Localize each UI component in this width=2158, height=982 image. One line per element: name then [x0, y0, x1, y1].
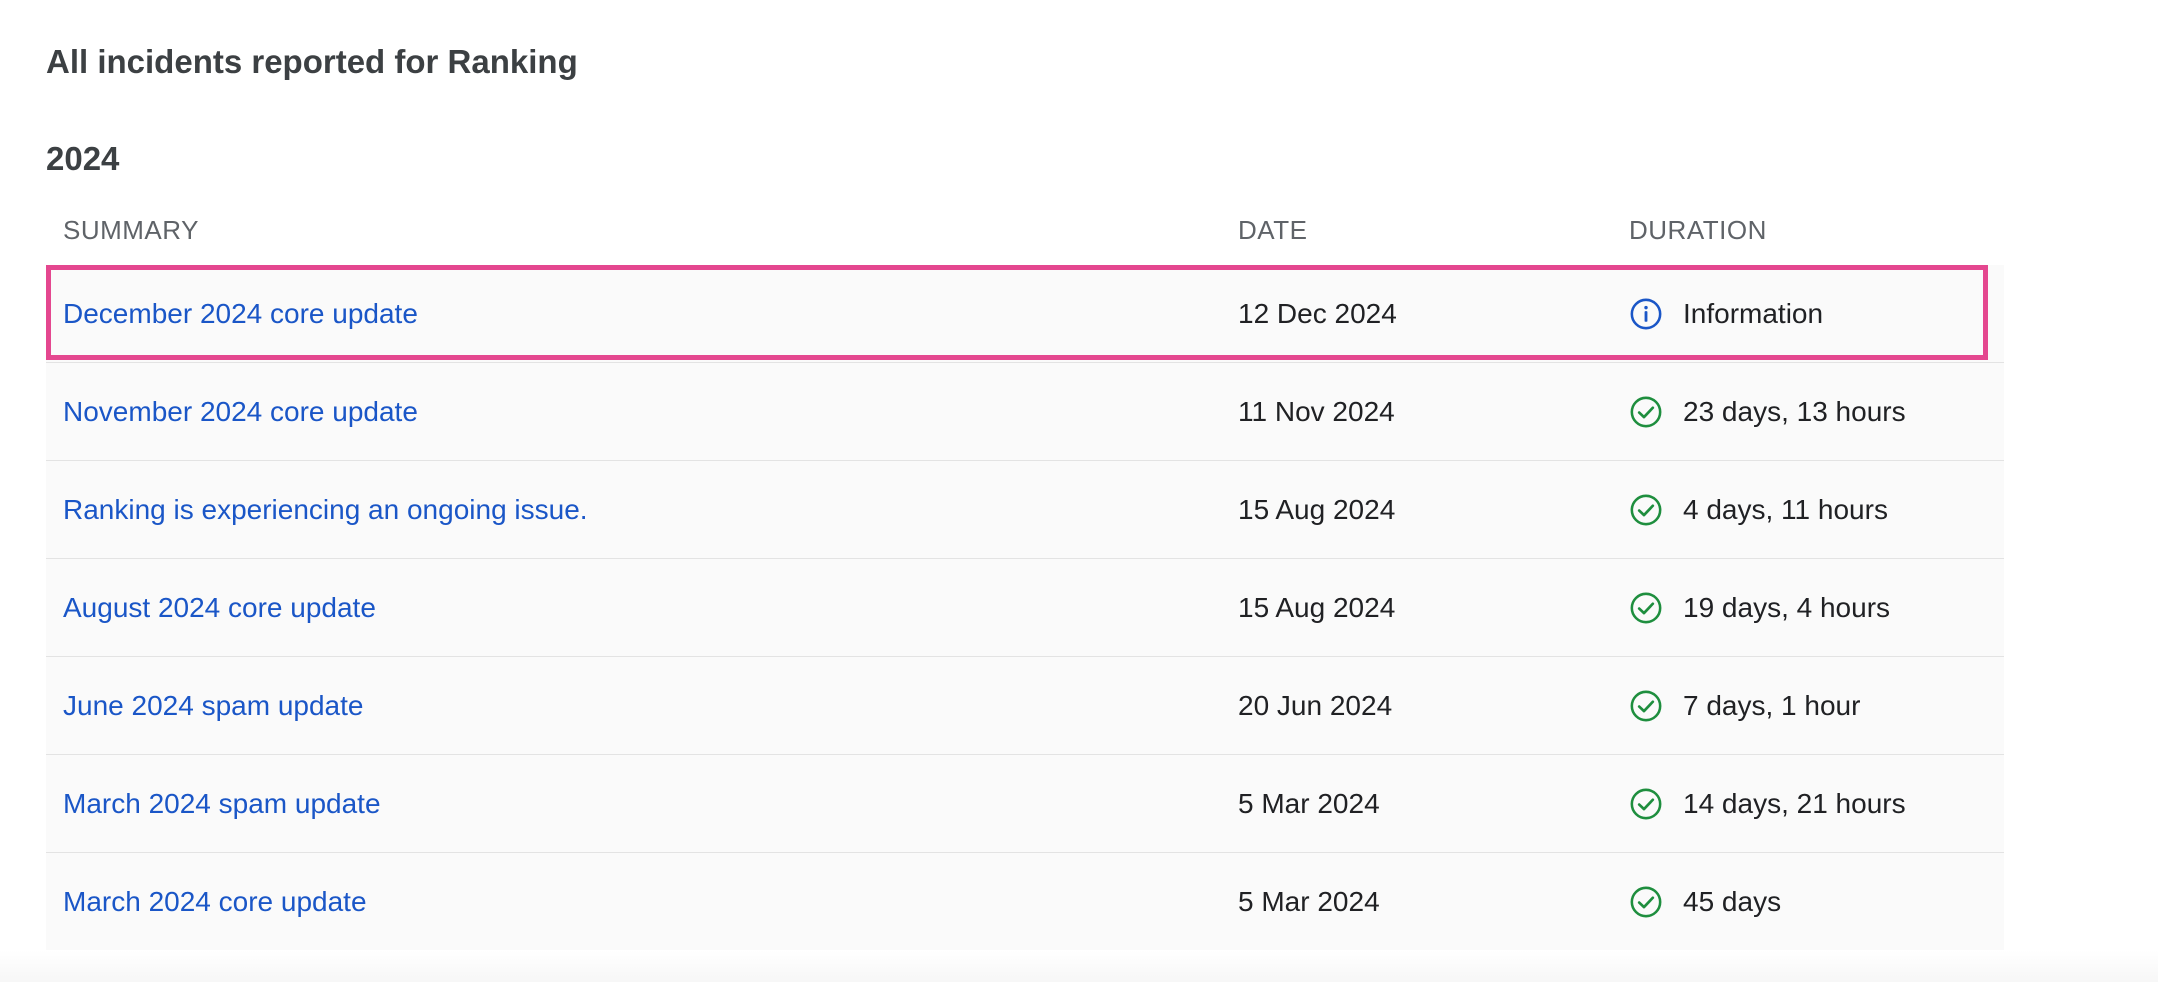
incident-date: 5 Mar 2024	[1238, 787, 1380, 819]
incident-duration: 4 days, 11 hours	[1683, 493, 1888, 525]
incident-link[interactable]: June 2024 spam update	[63, 657, 363, 754]
incident-duration: 14 days, 21 hours	[1683, 787, 1906, 819]
table-header: SUMMARY DATE DURATION	[46, 196, 2004, 265]
incident-date: 15 Aug 2024	[1238, 591, 1396, 623]
info-icon	[1630, 298, 1662, 329]
page-title: All incidents reported for Ranking	[46, 43, 578, 80]
incident-duration-cell: 14 days, 21 hours	[1629, 755, 1906, 852]
table-row: March 2024 spam update 5 Mar 2024 14 day…	[46, 755, 2004, 853]
incident-link[interactable]: December 2024 core update	[63, 265, 418, 362]
check-circle-icon	[1630, 494, 1662, 525]
incident-duration: Information	[1683, 297, 1824, 329]
incident-duration-cell: 7 days, 1 hour	[1629, 657, 1860, 754]
check-circle-icon	[1630, 690, 1662, 721]
check-circle-icon	[1630, 886, 1662, 917]
date-column-header: DATE	[1238, 215, 1308, 245]
incident-link[interactable]: November 2024 core update	[63, 363, 418, 460]
incident-duration: 7 days, 1 hour	[1683, 689, 1861, 721]
incident-date: 12 Dec 2024	[1238, 297, 1397, 329]
incident-duration: 45 days	[1683, 885, 1782, 917]
incidents-table: SUMMARY DATE DURATION December 2024 core…	[46, 196, 2004, 951]
page-bottom-edge	[0, 950, 2158, 982]
table-row: June 2024 spam update 20 Jun 2024 7 days…	[46, 657, 2004, 755]
incident-history-page: All incidents reported for Ranking 2024 …	[0, 0, 2158, 982]
check-circle-icon	[1630, 592, 1662, 623]
incident-duration-cell: 23 days, 13 hours	[1629, 363, 1906, 460]
year-heading: 2024	[46, 140, 120, 177]
incident-link[interactable]: March 2024 core update	[63, 853, 367, 950]
incident-link[interactable]: August 2024 core update	[63, 559, 376, 656]
check-circle-icon	[1630, 788, 1662, 819]
table-row: November 2024 core update 11 Nov 2024 23…	[46, 363, 2004, 461]
duration-column-header: DURATION	[1629, 215, 1767, 245]
incident-duration-cell: 4 days, 11 hours	[1629, 461, 1888, 558]
table-row: Ranking is experiencing an ongoing issue…	[46, 461, 2004, 559]
incident-duration: 23 days, 13 hours	[1683, 395, 1906, 427]
incident-date: 5 Mar 2024	[1238, 885, 1380, 917]
incident-link[interactable]: Ranking is experiencing an ongoing issue…	[63, 461, 588, 558]
incident-date: 20 Jun 2024	[1238, 689, 1393, 721]
incident-duration-cell: 19 days, 4 hours	[1629, 559, 1890, 656]
incident-date: 11 Nov 2024	[1238, 395, 1395, 427]
table-row: March 2024 core update 5 Mar 2024 45 day…	[46, 853, 2004, 951]
table-row: August 2024 core update 15 Aug 2024 19 d…	[46, 559, 2004, 657]
table-row: December 2024 core update 12 Dec 2024 In…	[46, 265, 2004, 363]
incident-duration: 19 days, 4 hours	[1683, 591, 1891, 623]
incident-duration-cell: 45 days	[1629, 853, 1781, 950]
summary-column-header: SUMMARY	[63, 215, 199, 245]
incident-date: 15 Aug 2024	[1238, 493, 1396, 525]
check-circle-icon	[1630, 396, 1662, 427]
incident-link[interactable]: March 2024 spam update	[63, 755, 381, 852]
incident-duration-cell: Information	[1629, 265, 1823, 362]
